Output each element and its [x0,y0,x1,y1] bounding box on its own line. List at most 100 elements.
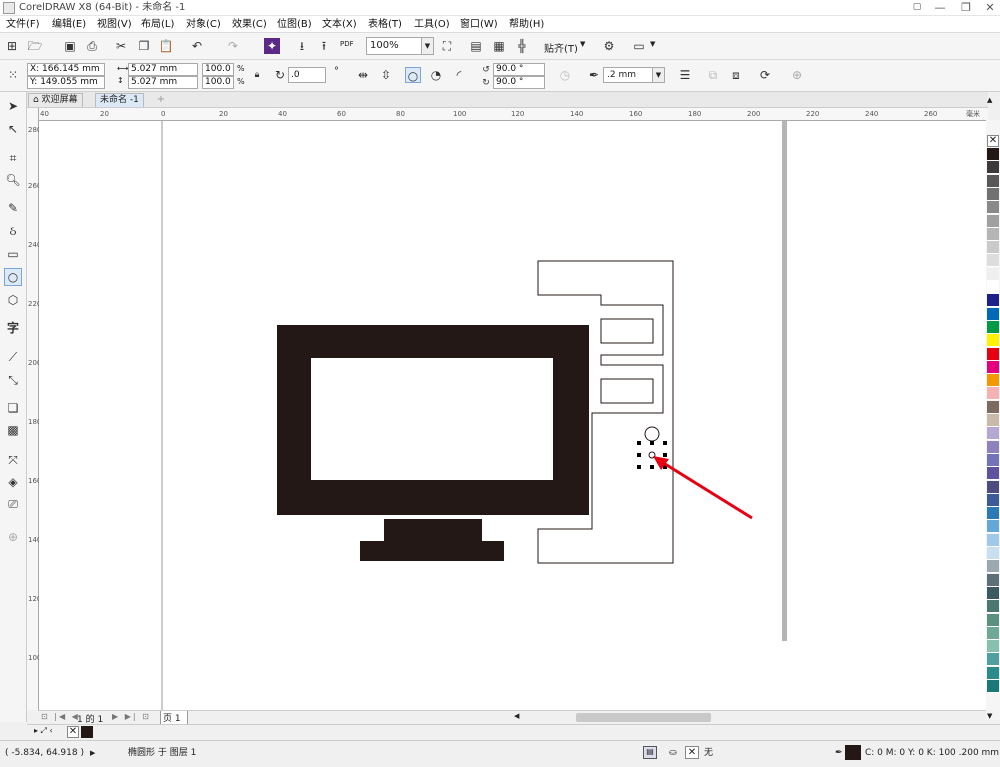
outline-color-swatch[interactable] [845,745,861,760]
palette-swatch[interactable] [987,547,999,560]
new-document-icon[interactable]: ⊞ [4,38,20,54]
tab-document[interactable]: 未命名 -1 [95,93,144,107]
open-icon[interactable]: 🗁 [27,38,43,54]
menu-layout[interactable]: 布局(L) [141,17,174,32]
scroll-left-icon[interactable]: ◀ [514,712,519,720]
palette-swatch[interactable] [987,666,999,680]
docpal-menu-icon[interactable]: ▸ ⤢ ‹ [34,726,53,736]
menu-view[interactable]: 视图(V) [97,17,132,32]
rectangle-tool-icon[interactable]: ▭ [5,246,21,262]
text-tool-icon[interactable]: 字 [5,320,21,336]
palette-swatch[interactable] [987,440,999,454]
mirror-horizontal-icon[interactable]: ⇹ [355,67,371,83]
add-tool-icon[interactable]: ⊕ [5,529,21,545]
no-color-swatch[interactable]: ✕ [987,135,999,147]
search-content-icon[interactable]: ✦ [264,38,280,54]
width-field[interactable]: 5.027 mm [128,63,198,76]
import-icon[interactable]: ⭳ [294,38,310,54]
copy-icon[interactable]: ❐ [136,38,152,54]
palette-swatch[interactable] [987,640,999,654]
palette-swatch[interactable] [987,480,999,494]
show-rulers-icon[interactable]: ▤ [468,38,484,54]
minimize-ribbon-icon[interactable]: ▢ [905,0,929,16]
end-angle-field[interactable]: 90.0 ° [493,76,545,89]
menu-help[interactable]: 帮助(H) [509,17,544,32]
export-icon[interactable]: ⭱ [316,38,332,54]
palette-swatch[interactable] [987,267,999,281]
palette-swatch[interactable] [987,281,999,294]
palette-swatch[interactable] [987,347,999,361]
scale-x-field[interactable]: 100.0 [202,63,234,76]
pick-tool-icon[interactable]: ➤ [5,98,21,114]
change-direction-icon[interactable]: ◷ [557,67,573,83]
scale-y-field[interactable]: 100.0 [202,76,234,89]
combine-icon[interactable]: ⧉ [705,67,721,83]
docpal-black-swatch[interactable] [81,726,93,738]
eyedropper-icon[interactable]: ⤧ [5,452,21,468]
palette-swatch[interactable] [987,507,999,521]
polygon-tool-icon[interactable]: ⬡ [5,292,21,308]
restore-button[interactable]: ❐ [954,0,978,16]
menu-text[interactable]: 文本(X) [322,17,357,32]
x-position-field[interactable]: X: 166.145 mm [27,63,105,76]
crop-tool-icon[interactable]: ⌗ [5,150,21,166]
menu-file[interactable]: 文件(F) [6,17,40,32]
menu-table[interactable]: 表格(T) [368,17,402,32]
first-page-icon[interactable]: ⊡ |◀ ◀ [41,712,80,721]
palette-swatch[interactable] [987,148,999,161]
text-wrap-icon[interactable]: ☰ [677,67,693,83]
palette-swatch[interactable] [987,653,999,667]
save-icon[interactable]: ▣ [62,38,78,54]
ellipse-mode-icon[interactable]: ○ [405,67,421,83]
palette-swatch[interactable] [987,520,999,534]
chevron-down-icon[interactable]: ▼ [580,40,585,48]
palette-swatch[interactable] [987,414,999,427]
drawing-area[interactable] [39,121,987,710]
palette-swatch[interactable] [987,573,999,587]
print-icon[interactable]: ⎙ [84,38,100,54]
freehand-tool-icon[interactable]: ✎ [5,200,21,216]
palette-swatch[interactable] [987,427,999,441]
palette-scroll-down-icon[interactable]: ▼ [987,712,992,720]
palette-swatch[interactable] [987,174,999,188]
show-guidelines-icon[interactable]: ╬ [514,38,530,54]
palette-swatch[interactable] [987,586,999,600]
ellipse-tool-icon[interactable]: ○ [4,268,22,286]
full-screen-icon[interactable]: ⛶ [439,38,455,54]
arc-mode-icon[interactable]: ◜ [451,67,467,83]
palette-swatch[interactable] [987,613,999,627]
object-origin-icon[interactable]: ⁙ [5,67,21,83]
palette-swatch[interactable] [987,294,999,308]
application-launcher-icon[interactable]: ▭ [631,38,647,54]
last-page-icon[interactable]: ▶ ▶| ⊡ [112,712,151,721]
vertical-ruler[interactable] [27,108,39,710]
palette-swatch[interactable] [987,374,999,388]
menu-bitmaps[interactable]: 位图(B) [277,17,312,32]
palette-swatch[interactable] [987,626,999,640]
zoom-tool-icon[interactable]: 🔍︎ [5,172,21,188]
menu-window[interactable]: 窗口(W) [460,17,498,32]
palette-swatch[interactable] [987,201,999,215]
palette-swatch[interactable] [987,227,999,241]
palette-swatch[interactable] [987,241,999,255]
start-angle-field[interactable]: 90.0 ° [493,63,545,76]
palette-swatch[interactable] [987,161,999,175]
shape-tool-icon[interactable]: ↖ [5,121,21,137]
palette-swatch[interactable] [987,187,999,201]
chevron-down-icon[interactable]: ▼ [650,40,655,48]
zoom-level-select[interactable]: 100% ▼ [366,37,434,55]
palette-swatch[interactable] [987,600,999,614]
palette-swatch[interactable] [987,467,999,481]
mirror-vertical-icon[interactable]: ⇳ [378,67,394,83]
palette-swatch[interactable] [987,360,999,374]
palette-swatch[interactable] [987,334,999,348]
play-icon[interactable]: ▶ [90,748,95,759]
minimize-button[interactable]: — [928,0,952,16]
menu-object[interactable]: 对象(C) [186,17,221,32]
drop-shadow-icon[interactable]: ❏ [5,400,21,416]
show-grid-icon[interactable]: ▦ [491,38,507,54]
palette-swatch[interactable] [987,400,999,414]
smart-fill-icon[interactable]: ⎚ [5,496,21,512]
cut-icon[interactable]: ✂ [113,38,129,54]
close-button[interactable]: ✕ [978,0,1000,16]
